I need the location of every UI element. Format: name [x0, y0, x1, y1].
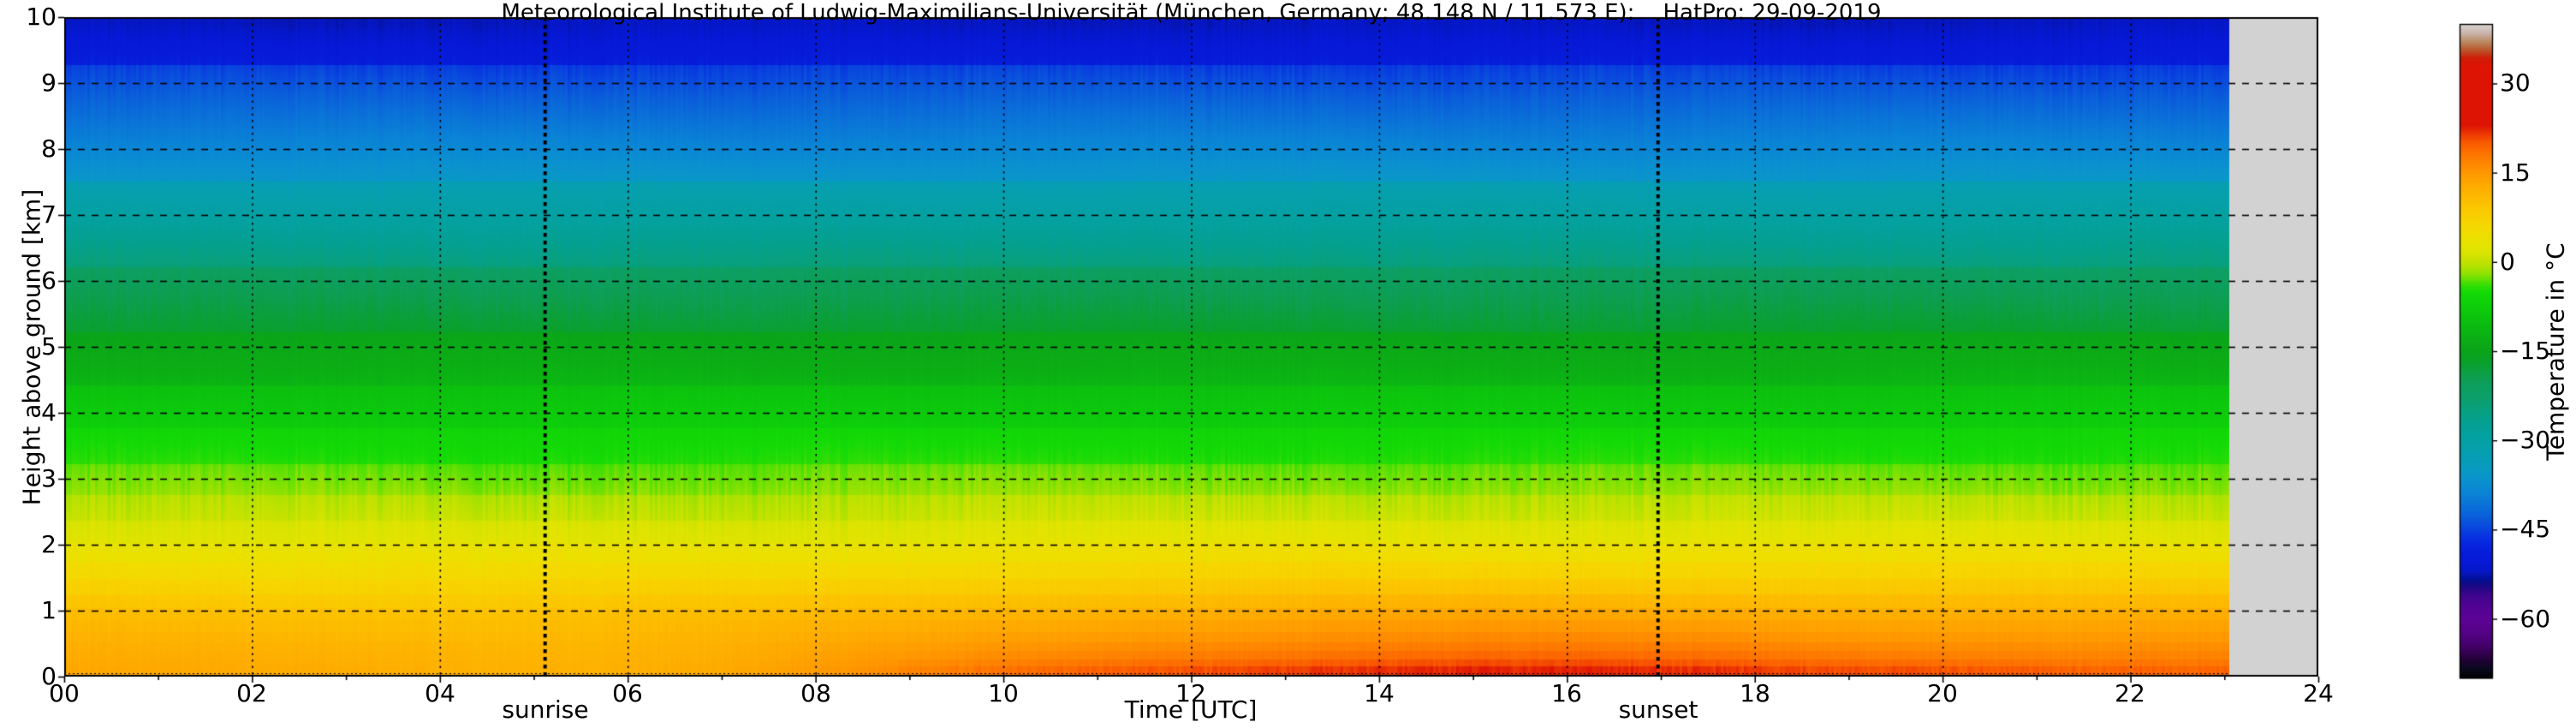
x-tick-label: 04: [425, 679, 455, 707]
sunrise-annotation: sunrise: [502, 695, 589, 724]
y-tick-label: 9: [41, 69, 57, 97]
temperature-heatmap-canvas: [0, 0, 2576, 728]
y-tick-label: 8: [41, 134, 57, 163]
y-tick-label: 4: [41, 398, 57, 427]
sunset-annotation: sunset: [1618, 695, 1698, 724]
y-tick-label: 1: [41, 596, 57, 624]
figure: Meteorological Institute of Ludwig-Maxim…: [0, 0, 2576, 728]
x-axis-label: Time [UTC]: [1124, 695, 1258, 724]
x-tick-label: 14: [1364, 679, 1395, 707]
x-tick-label: 08: [800, 679, 831, 707]
y-tick-label: 2: [41, 530, 57, 558]
y-tick-label: 6: [41, 266, 57, 295]
colorbar-tick-label: 30: [2500, 69, 2531, 97]
colorbar-tick-label: −45: [2500, 515, 2551, 543]
x-tick-label: 10: [988, 679, 1019, 707]
x-tick-label: 18: [1740, 679, 1770, 707]
y-tick-label: 5: [41, 332, 57, 361]
colorbar-label: Temperature in °C: [2541, 242, 2570, 461]
chart-title: Meteorological Institute of Ludwig-Maxim…: [501, 0, 1882, 26]
colorbar-tick-label: 15: [2500, 158, 2531, 187]
x-tick-label: 00: [49, 679, 80, 707]
x-tick-label: 02: [236, 679, 267, 707]
x-tick-label: 20: [1927, 679, 1958, 707]
y-tick-label: 7: [41, 200, 57, 229]
x-tick-label: 22: [2115, 679, 2145, 707]
y-tick-label: 3: [41, 464, 57, 492]
colorbar-tick-label: −60: [2500, 605, 2551, 633]
y-tick-label: 10: [26, 3, 57, 31]
x-tick-label: 24: [2303, 679, 2334, 707]
